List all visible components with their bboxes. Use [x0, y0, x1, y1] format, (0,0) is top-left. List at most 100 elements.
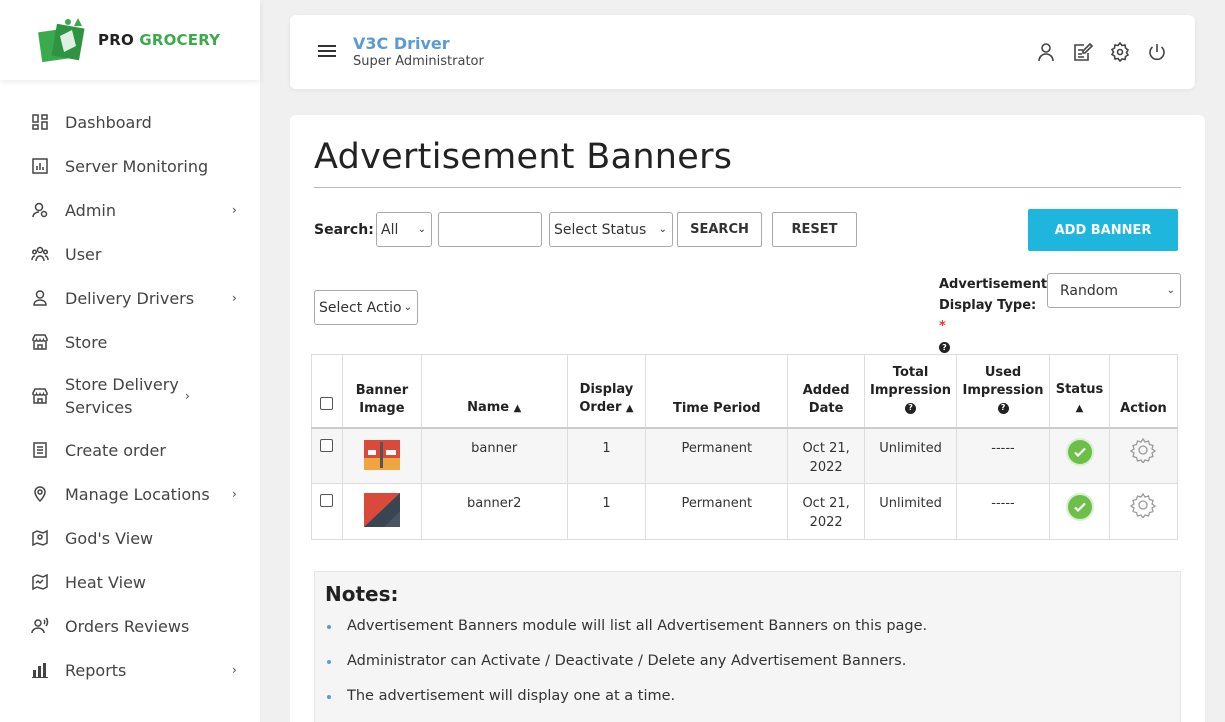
title-divider: [314, 187, 1181, 188]
search-scope-select[interactable]: All ⌄: [376, 212, 432, 247]
chevron-down-icon: ⌄: [658, 224, 667, 235]
sidebar-item-server-monitoring[interactable]: Server Monitoring: [0, 144, 260, 188]
status-select[interactable]: Select Status ⌄: [549, 212, 673, 247]
driver-icon: [31, 289, 49, 307]
gear-icon[interactable]: [1130, 492, 1157, 520]
chevron-right-icon: ›: [232, 291, 237, 305]
row-checkbox[interactable]: [320, 438, 334, 452]
page-title: Advertisement Banners: [314, 137, 733, 177]
sort-icon: ▲︎: [513, 402, 522, 414]
list-item: The advertisement will display one at a …: [325, 688, 927, 722]
select-all-header: [311, 354, 343, 428]
sidebar-item-reports[interactable]: Reports ›: [0, 648, 260, 692]
sidebar-item-heat-view[interactable]: Heat View: [0, 560, 260, 604]
sidebar-item-label: Reports: [65, 660, 127, 680]
logo[interactable]: PRO GROCERY: [0, 0, 260, 80]
header-text: Order: [579, 399, 622, 415]
user-name[interactable]: V3C Driver: [353, 34, 450, 53]
sidebar-item-dashboard[interactable]: Dashboard: [0, 100, 260, 144]
bulk-action-select[interactable]: Select Actio ⌄: [314, 290, 418, 325]
search-input[interactable]: [438, 212, 542, 247]
header-status[interactable]: Status ▲︎: [1049, 354, 1110, 428]
help-icon[interactable]: ?: [905, 402, 917, 414]
edit-icon[interactable]: [1073, 42, 1094, 62]
sidebar-item-store[interactable]: Store: [0, 320, 260, 364]
sidebar-item-create-order[interactable]: Create order: [0, 428, 260, 472]
display-type-select[interactable]: Random ⌄: [1047, 273, 1181, 308]
gear-icon[interactable]: [1130, 437, 1157, 464]
chevron-down-icon: ⌄: [1166, 285, 1175, 296]
header-action: Action: [1108, 354, 1179, 428]
row-select-cell: [311, 427, 343, 484]
bullet-icon: [327, 695, 331, 699]
sidebar-item-label: Create order: [65, 440, 166, 460]
row-checkbox[interactable]: [320, 494, 334, 507]
sidebar-item-orders-reviews[interactable]: Orders Reviews: [0, 604, 260, 648]
store-icon: [31, 333, 49, 351]
search-button[interactable]: SEARCH: [677, 212, 762, 247]
settings-icon[interactable]: [1110, 41, 1130, 63]
sidebar-item-manage-locations[interactable]: Manage Locations ›: [0, 472, 260, 516]
sidebar: PRO GROCERY Dashboard Server Monitoring …: [0, 0, 260, 722]
row-select-cell: [311, 483, 343, 540]
heatmap-icon: [31, 573, 49, 591]
header-text: Action: [1120, 400, 1167, 416]
select-all-checkbox[interactable]: [320, 396, 334, 410]
total-impression-cell: Unlimited: [864, 483, 958, 540]
sidebar-item-label: Manage Locations: [65, 484, 210, 504]
sidebar-item-gods-view[interactable]: God's View: [0, 516, 260, 560]
reset-button[interactable]: RESET: [772, 212, 857, 247]
header-text: Impression: [870, 382, 952, 398]
display-type-value: Random: [1060, 282, 1118, 299]
grocery-bag-logo-icon: [38, 16, 88, 64]
header-text: Banner: [355, 382, 409, 398]
notes-list: Advertisement Banners module will list a…: [325, 618, 927, 722]
sidebar-nav: Dashboard Server Monitoring Admin › User…: [0, 80, 260, 692]
note-text: Administrator can Activate / Deactivate …: [347, 653, 907, 669]
top-header: V3C Driver Super Administrator: [290, 15, 1195, 89]
brand-name: PRO GROCERY: [98, 31, 220, 49]
name-cell: banner: [420, 427, 568, 484]
user-role: Super Administrator: [353, 54, 484, 69]
banner-thumbnail[interactable]: [363, 438, 400, 472]
chevron-right-icon: ›: [232, 663, 237, 677]
total-impression-cell: Unlimited: [864, 427, 958, 484]
header-added-date: Added Date: [787, 354, 866, 428]
dashboard-icon: [31, 113, 49, 131]
bar-chart-icon: [31, 661, 49, 679]
help-icon[interactable]: ?: [939, 342, 950, 353]
used-impression-cell: -----: [956, 427, 1051, 484]
sidebar-item-store-delivery-services[interactable]: Store Delivery Services ›: [0, 364, 260, 428]
power-icon[interactable]: [1147, 42, 1167, 62]
display-order-cell: 1: [566, 483, 647, 540]
header-name[interactable]: Name ▲︎: [420, 354, 568, 428]
header-text: Used: [984, 364, 1022, 380]
profile-icon[interactable]: [1036, 42, 1056, 62]
status-active-icon[interactable]: [1065, 437, 1094, 466]
action-cell: [1108, 483, 1179, 540]
banner-thumbnail[interactable]: [363, 493, 400, 527]
header-display-order[interactable]: Display Order ▲︎: [566, 354, 647, 428]
sort-icon: ▲︎: [625, 402, 634, 414]
used-impression-cell: -----: [956, 483, 1051, 540]
help-icon[interactable]: ?: [997, 402, 1009, 414]
menu-toggle-icon[interactable]: [318, 45, 336, 60]
display-order-cell: 1: [566, 427, 647, 484]
sidebar-item-label: Admin: [65, 200, 116, 220]
search-scope-value: All: [381, 221, 399, 238]
chevron-right-icon: ›: [232, 487, 237, 501]
status-active-icon[interactable]: [1065, 493, 1094, 521]
display-type-label: Advertisement Display Type: * ?: [939, 274, 1047, 358]
add-banner-button[interactable]: ADD BANNER: [1028, 209, 1178, 251]
bullet-icon: [327, 625, 331, 629]
sidebar-item-label: Delivery Drivers: [65, 288, 195, 308]
header-total-impression: Total Impression?: [864, 354, 958, 428]
sidebar-item-admin[interactable]: Admin ›: [0, 188, 260, 232]
sidebar-item-user[interactable]: User: [0, 232, 260, 276]
header-text: Date: [808, 400, 844, 416]
added-date-cell: Oct 21, 2022: [787, 427, 866, 484]
location-icon: [31, 485, 49, 503]
header-text: Display: [579, 381, 634, 397]
header-time-period: Time Period: [645, 354, 789, 428]
sidebar-item-delivery-drivers[interactable]: Delivery Drivers ›: [0, 276, 260, 320]
